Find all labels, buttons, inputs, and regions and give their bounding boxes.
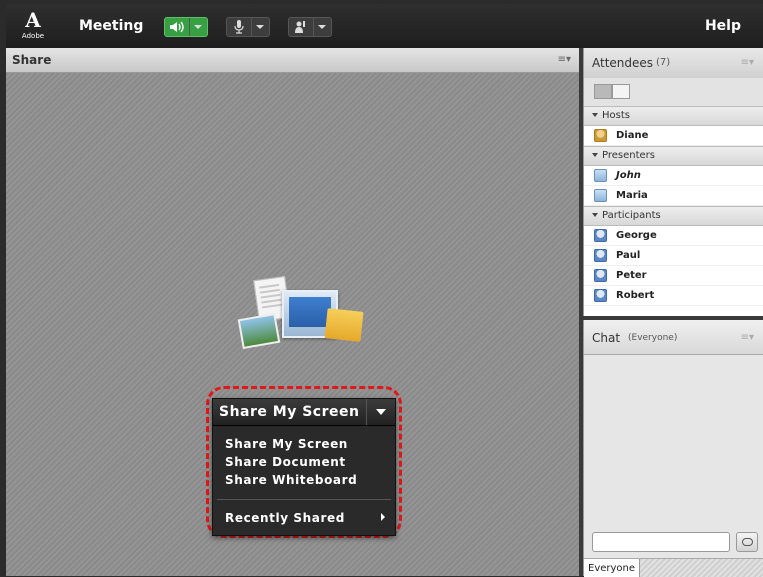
help-menu[interactable]: Help [705,18,741,34]
collapse-triangle-icon [592,213,598,217]
collapse-triangle-icon [592,153,598,157]
tab-everyone[interactable]: Everyone [584,559,640,577]
attendee-name: Paul [616,250,641,261]
attendee-name: George [616,230,657,241]
group-participants[interactable]: Participants [584,206,763,226]
share-illustration [234,275,364,372]
participant-icon [594,249,607,262]
chat-title: Chat [592,331,621,345]
pod-options-icon[interactable]: ≡▾ [558,54,571,65]
attendee-view-toolbar [584,78,763,107]
group-label: Presenters [602,150,655,161]
chat-tab-strip: Everyone [584,558,763,577]
menu-item-share-document[interactable]: Share Document [225,455,346,469]
pod-options-icon[interactable]: ≡▾ [741,57,754,68]
attendee-row[interactable]: Paul [584,246,763,266]
group-label: Hosts [602,110,630,121]
pod-options-icon[interactable]: ≡▾ [741,332,754,343]
adobe-logo-mark: A [25,8,41,32]
attendee-name: Maria [616,190,648,201]
presenter-icon [594,169,607,182]
participant-icon [594,289,607,302]
chat-pod: Chat (Everyone) ≡▾ Everyone [583,320,763,577]
folder-graphic-icon [324,308,364,342]
speaker-icon [165,18,189,36]
chat-audience: (Everyone) [628,333,678,343]
menu-divider [217,499,391,500]
share-menu: Share My Screen Share My Screen Share Do… [212,398,396,536]
share-pod: Share ≡▾ Share My Screen Share My Screen… [6,48,579,576]
group-label: Participants [602,210,661,221]
attendee-row[interactable]: Maria [584,186,763,206]
microphone-icon [227,18,251,36]
screen-display [289,297,331,327]
collapse-triangle-icon [592,113,598,117]
speaker-button[interactable] [164,17,208,37]
share-pod-title: Share [12,53,52,67]
group-presenters[interactable]: Presenters [584,146,763,166]
attendee-row[interactable]: George [584,226,763,246]
chat-title-bar: Chat (Everyone) ≡▾ [584,320,763,355]
attendee-name: Robert [616,290,655,301]
speaker-dropdown-icon[interactable] [189,18,206,36]
sort-view-icon[interactable] [612,84,630,99]
attendee-name: Peter [616,270,647,281]
attendee-name: Diane [616,130,649,141]
microphone-dropdown-icon[interactable] [251,18,268,36]
share-my-screen-button[interactable]: Share My Screen [213,399,395,426]
chat-send-icon[interactable] [736,532,758,552]
attendees-pod: Attendees (7) ≡▾ Hosts Diane Presenters … [583,48,763,316]
menu-item-share-my-screen[interactable]: Share My Screen [225,437,348,451]
attendee-row[interactable]: Peter [584,266,763,286]
participant-icon [594,269,607,282]
attendee-row[interactable]: John [584,166,763,186]
chat-input[interactable] [592,532,730,552]
raise-hand-icon [289,18,313,36]
share-button-label: Share My Screen [219,404,360,420]
microphone-button[interactable] [226,17,270,37]
attendee-count: (7) [656,57,671,68]
raise-hand-button[interactable] [288,17,332,37]
top-menu-bar: A Adobe Meeting Help [6,4,763,48]
submenu-arrow-icon [381,513,385,521]
attendee-row[interactable]: Diane [584,126,763,146]
meeting-window: A Adobe Meeting Help Share ≡▾ Share My S… [6,4,763,577]
list-view-icon[interactable] [594,84,612,99]
menu-item-recently-shared[interactable]: Recently Shared [225,511,345,525]
menu-item-share-whiteboard[interactable]: Share Whiteboard [225,473,357,487]
adobe-logo: A Adobe [20,10,46,44]
host-icon [594,129,607,142]
share-pod-title-bar: Share ≡▾ [6,48,579,73]
attendees-title: Attendees [592,56,654,70]
raise-hand-dropdown-icon[interactable] [313,18,330,36]
adobe-logo-text: Adobe [21,32,45,40]
attendees-title-bar: Attendees (7) ≡▾ [584,48,763,79]
attendee-row[interactable]: Robert [584,286,763,306]
participant-icon [594,229,607,242]
photo-graphic-icon [237,312,281,350]
attendee-name: John [616,170,641,181]
presenter-icon [594,189,607,202]
share-dropdown-icon[interactable] [366,399,395,425]
group-hosts[interactable]: Hosts [584,106,763,126]
meeting-menu[interactable]: Meeting [79,18,143,34]
